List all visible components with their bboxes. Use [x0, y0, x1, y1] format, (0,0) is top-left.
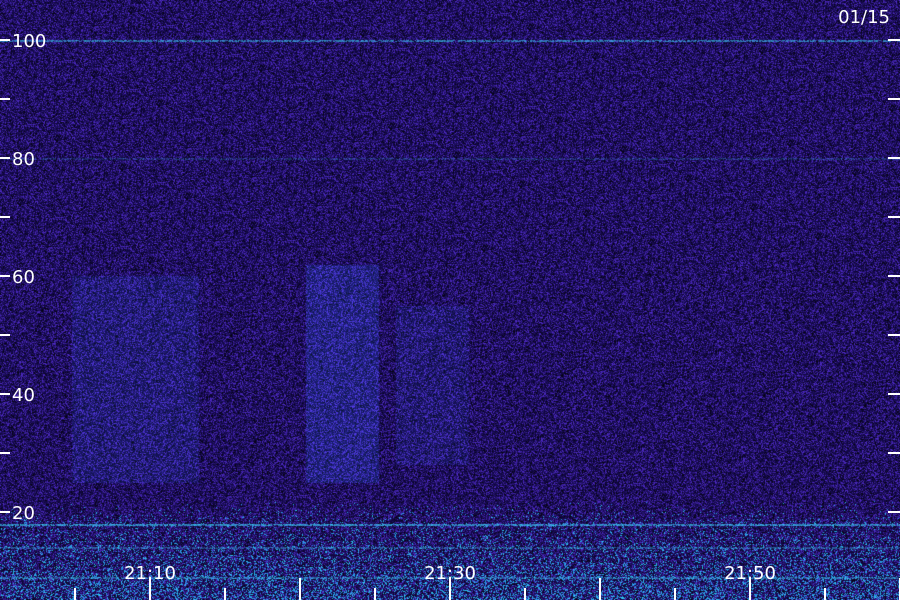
y-tick-label: 80: [12, 149, 35, 170]
axis-overlay: 20 40 60 80 100 21:10 21:30 21:50 01/15: [0, 7, 900, 600]
y-tick-label: 100: [12, 31, 46, 52]
x-tick-label: 21:50: [724, 563, 776, 584]
spectrogram-chart: 20 40 60 80 100 21:10 21:30 21:50 01/15: [0, 0, 900, 600]
x-tick-label: 21:30: [424, 563, 476, 584]
date-label: 01/15: [838, 7, 890, 28]
y-axis-right: [888, 39, 900, 513]
x-axis: 21:10 21:30 21:50: [74, 563, 900, 600]
y-axis-left: 20 40 60 80 100: [0, 31, 46, 524]
y-tick-label: 20: [12, 503, 35, 524]
y-tick-label: 60: [12, 267, 35, 288]
x-tick-label: 21:10: [124, 563, 176, 584]
y-tick-label: 40: [12, 385, 35, 406]
